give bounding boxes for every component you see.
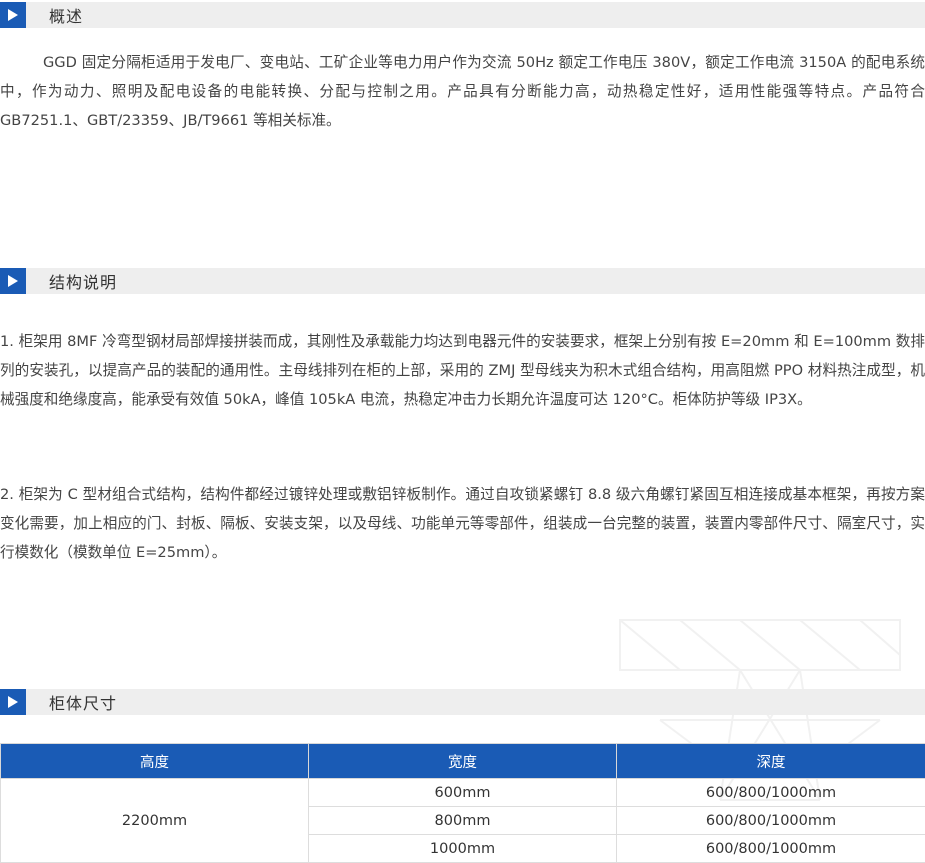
section-title-overview: 概述 (49, 3, 83, 27)
section-header-structure: 结构说明 (0, 268, 925, 294)
column-header-width: 宽度 (309, 744, 617, 779)
play-triangle-icon (0, 689, 26, 715)
table-header-row: 高度 宽度 深度 (1, 744, 925, 779)
section-header-dimensions: 柜体尺寸 (0, 689, 925, 715)
height-cell: 2200mm (1, 779, 309, 863)
table-row: 2200mm 600mm 600/800/1000mm (1, 779, 925, 807)
overview-paragraph: GGD 固定分隔柜适用于发电厂、变电站、工矿企业等电力用户作为交流 50Hz 额… (0, 48, 925, 135)
width-cell: 600mm (309, 779, 617, 807)
depth-cell: 600/800/1000mm (617, 807, 925, 835)
width-cell: 800mm (309, 807, 617, 835)
dimensions-table: 高度 宽度 深度 2200mm 600mm 600/800/1000mm 800… (0, 743, 925, 863)
play-triangle-icon (0, 268, 26, 294)
column-header-height: 高度 (1, 744, 309, 779)
column-header-depth: 深度 (617, 744, 925, 779)
section-title-structure: 结构说明 (49, 269, 117, 293)
structure-item-1: 1. 柜架用 8MF 冷弯型钢材局部焊接拼装而成，其刚性及承载能力均达到电器元件… (0, 327, 925, 414)
section-header-overview: 概述 (0, 2, 925, 28)
width-cell: 1000mm (309, 835, 617, 863)
depth-cell: 600/800/1000mm (617, 779, 925, 807)
depth-cell: 600/800/1000mm (617, 835, 925, 863)
play-triangle-icon (0, 2, 26, 28)
structure-item-2: 2. 柜架为 C 型材组合式结构，结构件都经过镀锌处理或敷铝锌板制作。通过自攻锁… (0, 480, 925, 567)
section-title-dimensions: 柜体尺寸 (49, 690, 117, 714)
